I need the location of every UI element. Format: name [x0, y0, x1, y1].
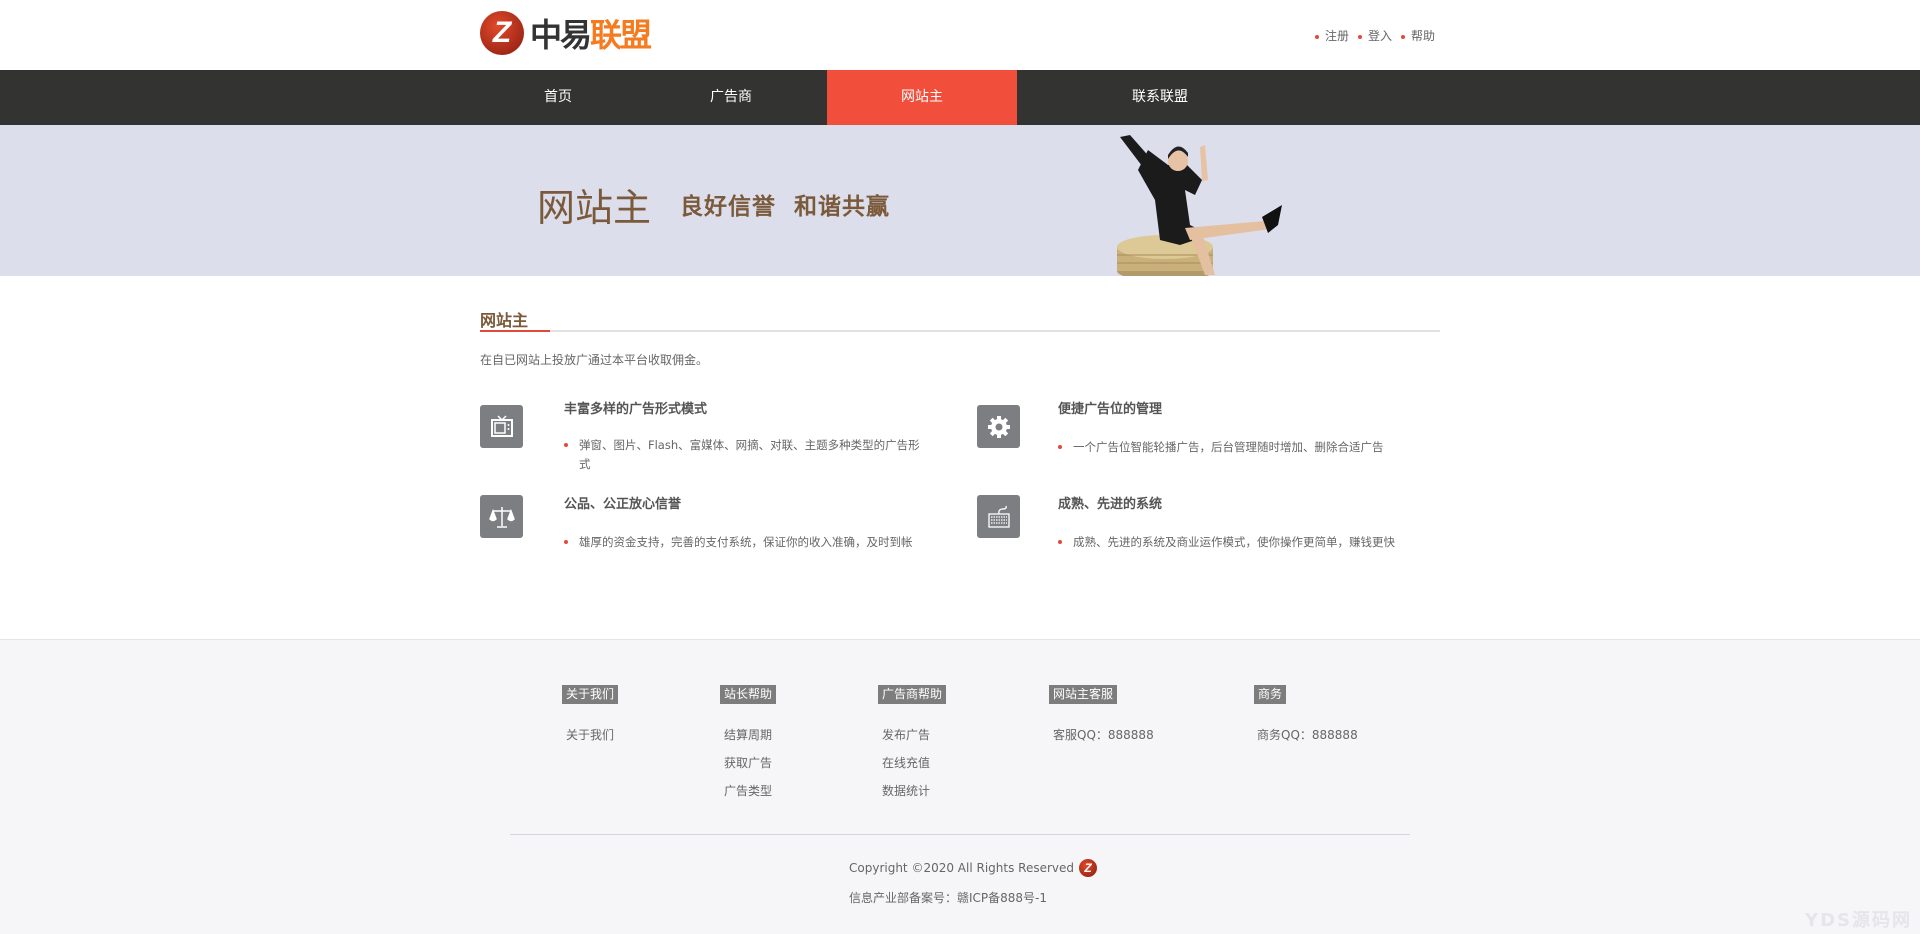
footer-link[interactable]: 获取广告	[724, 754, 772, 771]
register-label: 注册	[1324, 29, 1349, 43]
login-label: 登入	[1367, 29, 1392, 43]
footer-link[interactable]: 结算周期	[724, 726, 772, 743]
login-link[interactable]: 登入	[1357, 27, 1392, 44]
main-nav: 首页 广告商 网站主 联系联盟	[0, 70, 1920, 125]
footer-heading-webmaster-help: 站长帮助	[720, 685, 777, 704]
keyboard-icon	[977, 495, 1020, 538]
feature-title: 成熟、先进的系统	[1058, 497, 1163, 512]
footer-link[interactable]: 数据统计	[882, 782, 930, 799]
footer-heading-about: 关于我们	[562, 685, 619, 704]
scale-icon	[480, 495, 523, 538]
copyright: Copyright ©2020 All Rights Reserved Z	[849, 859, 1098, 877]
footer-link[interactable]: 关于我们	[566, 726, 614, 743]
nav-home[interactable]: 首页	[463, 70, 653, 125]
help-link[interactable]: 帮助	[1400, 27, 1435, 44]
banner-title: 网站主	[537, 186, 652, 230]
feature-desc: 雄厚的资金支持，完善的支付系统，保证你的收入准确，及时到帐	[564, 533, 964, 552]
footer-heading-webmaster-service: 网站主客服	[1049, 685, 1118, 704]
banner-woman-coins-image	[1117, 135, 1282, 276]
section-divider-accent	[480, 330, 550, 332]
register-link[interactable]: 注册	[1314, 27, 1349, 44]
bullet-icon	[1400, 34, 1405, 39]
logo-mark-small: Z	[1079, 859, 1098, 877]
feature-desc: 弹窗、图片、Flash、富媒体、网摘、对联、主题多种类型的广告形式	[564, 436, 924, 474]
footer-service-qq[interactable]: 客服QQ：888888	[1053, 726, 1154, 743]
tv-icon	[480, 405, 523, 448]
footer-heading-business: 商务	[1254, 685, 1287, 704]
nav-contact[interactable]: 联系联盟	[1065, 70, 1255, 125]
footer-business-qq[interactable]: 商务QQ：888888	[1257, 726, 1358, 743]
nav-webmaster[interactable]: 网站主	[827, 70, 1017, 125]
logo-text: 中易	[530, 16, 592, 54]
watermark: YDS源码网	[1805, 910, 1912, 931]
bullet-icon	[1314, 34, 1319, 39]
top-links: 注册 登入 帮助	[1314, 27, 1435, 44]
section-title: 网站主	[480, 311, 529, 330]
footer-heading-advertiser-help: 广告商帮助	[878, 685, 947, 704]
feature-desc: 一个广告位智能轮播广告，后台管理随时增加、删除合适广告	[1058, 438, 1458, 457]
copyright-text: Copyright ©2020 All Rights Reserved	[849, 861, 1075, 875]
feature-title: 公品、公正放心信誉	[564, 497, 682, 512]
footer: 关于我们 关于我们 站长帮助 结算周期 获取广告 广告类型 广告商帮助 发布广告…	[0, 639, 1920, 934]
gear-icon	[977, 405, 1020, 448]
banner-subtitle: 良好信誉 和谐共赢	[680, 194, 891, 220]
logo[interactable]: Z 中易 联盟	[480, 10, 652, 56]
logo-text-accent: 联盟	[590, 16, 652, 54]
footer-link[interactable]: 在线充值	[882, 754, 930, 771]
bullet-icon	[1357, 34, 1362, 39]
section-divider	[480, 330, 1440, 332]
feature-title: 丰富多样的广告形式模式	[564, 402, 708, 417]
banner: 网站主 良好信誉 和谐共赢	[0, 125, 1920, 276]
feature-desc: 成熟、先进的系统及商业运作模式，使你操作更简单，赚钱更快	[1058, 533, 1458, 552]
footer-divider	[510, 834, 1410, 835]
help-label: 帮助	[1410, 29, 1435, 43]
logo-mark: Z	[480, 11, 524, 55]
feature-title: 便捷广告位的管理	[1058, 402, 1163, 417]
footer-link[interactable]: 发布广告	[882, 726, 930, 743]
icp-record: 信息产业部备案号：赣ICP备888号-1	[849, 891, 1048, 905]
footer-link[interactable]: 广告类型	[724, 782, 772, 799]
header: Z 中易 联盟 注册 登入 帮助	[0, 0, 1920, 70]
nav-advertiser[interactable]: 广告商	[636, 70, 826, 125]
section-intro: 在自已网站上投放广通过本平台收取佣金。	[480, 353, 709, 367]
